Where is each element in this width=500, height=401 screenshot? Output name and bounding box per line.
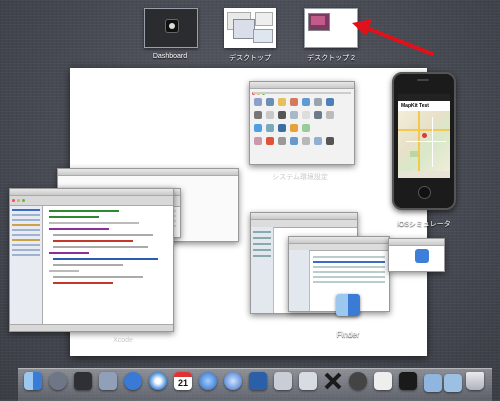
xcode-main-toolbar — [10, 196, 173, 206]
downloads-folder-icon[interactable] — [424, 374, 442, 392]
trash-icon[interactable] — [466, 372, 484, 390]
ios-simulator-window[interactable]: MapKit Test — [392, 72, 456, 210]
map-pin-icon[interactable] — [422, 133, 427, 138]
system-preferences-window[interactable] — [249, 81, 355, 165]
xcode-editor[interactable] — [43, 206, 173, 325]
mapkit-title: MapKit Test — [398, 101, 450, 111]
xcode-icon[interactable] — [249, 372, 267, 390]
mail-icon[interactable] — [99, 372, 117, 390]
xcode-navigator[interactable] — [10, 206, 43, 325]
xcode-main-window[interactable] — [9, 188, 174, 332]
tools-icon[interactable] — [299, 372, 317, 390]
calendar-icon[interactable]: 21 — [174, 372, 192, 390]
x11-icon[interactable] — [324, 372, 342, 390]
system-preferences-label: システム環境設定 — [272, 174, 328, 181]
finder-label: Finder — [336, 330, 360, 339]
window-titlebar — [250, 82, 354, 95]
preview-icon[interactable] — [274, 372, 292, 390]
red-arrow-annotation — [352, 19, 434, 56]
map-view[interactable] — [398, 111, 450, 171]
camera-icon[interactable] — [349, 372, 367, 390]
documents-folder-icon[interactable] — [444, 374, 462, 392]
dashboard-label: Dashboard — [152, 53, 188, 60]
app-store-icon — [415, 249, 429, 263]
finder-icon[interactable] — [24, 372, 42, 390]
finder-window-small[interactable] — [388, 238, 445, 272]
dashboard-space-thumb[interactable] — [144, 8, 198, 48]
desktop1-label: デスクトップ — [229, 55, 271, 62]
home-button[interactable] — [418, 186, 431, 199]
terminal-icon[interactable] — [399, 372, 417, 390]
desktop1-space-thumb[interactable] — [224, 8, 276, 48]
app-store-icon[interactable] — [124, 372, 142, 390]
launchpad-icon[interactable] — [49, 372, 67, 390]
textedit-icon[interactable] — [374, 372, 392, 390]
mission-control-icon[interactable] — [74, 372, 92, 390]
prefs-icon-grid — [254, 98, 350, 145]
safari-icon[interactable] — [149, 372, 167, 390]
calendar-day: 21 — [177, 378, 188, 388]
dashboard-icon — [165, 19, 179, 33]
ios-simulator-label: iOSシミュレータ — [397, 221, 451, 228]
itunes-icon[interactable] — [199, 372, 217, 390]
quicktime-icon[interactable] — [224, 372, 242, 390]
finder-app-icon — [336, 294, 360, 316]
ios-simulator-screen[interactable]: MapKit Test — [398, 94, 450, 178]
xcode-label: Xcode — [113, 337, 133, 344]
